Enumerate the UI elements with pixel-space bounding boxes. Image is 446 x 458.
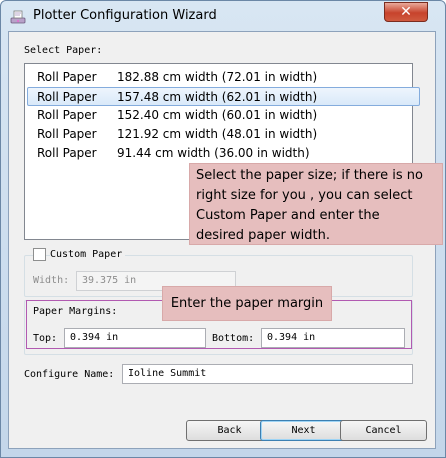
paper-margins-label: Paper Margins: [33,306,118,317]
width-label: Width: [33,275,70,286]
close-icon: ✕ [400,4,412,20]
custom-paper-checkbox[interactable] [33,248,46,261]
app-icon [10,10,26,24]
paper-list-item[interactable]: Roll Paper 182.88 cm width (72.01 in wid… [27,68,420,87]
paper-margin-annotation: Enter the paper margin [162,286,332,321]
close-button[interactable]: ✕ [384,2,428,22]
configure-name-input[interactable]: Ioline Summit [122,364,413,384]
paper-size-annotation: Select the paper size; if there is no ri… [189,163,443,245]
top-margin-input[interactable]: 0.394 in [64,328,206,348]
custom-paper-label[interactable]: Custom Paper [50,249,126,260]
select-paper-label: Select Paper: [24,45,103,56]
cancel-button[interactable]: Cancel [340,420,427,441]
paper-list-item-selected[interactable]: Roll Paper 157.48 cm width (62.01 in wid… [27,87,420,106]
window-title: Plotter Configuration Wizard [33,8,217,23]
paper-list-item[interactable]: Roll Paper 152.40 cm width (60.01 in wid… [27,106,420,125]
top-margin-label: Top: [33,333,58,344]
bottom-margin-label: Bottom: [212,333,255,344]
configure-name-label: Configure Name: [24,369,115,380]
paper-list-item[interactable]: Roll Paper 91.44 cm width (36.00 in widt… [27,144,420,163]
next-button[interactable]: Next [260,420,347,441]
title-bar[interactable]: Plotter Configuration Wizard ✕ [1,1,445,33]
paper-list-item[interactable]: Roll Paper 121.92 cm width (48.01 in wid… [27,125,420,144]
bottom-margin-input[interactable]: 0.394 in [261,328,405,348]
